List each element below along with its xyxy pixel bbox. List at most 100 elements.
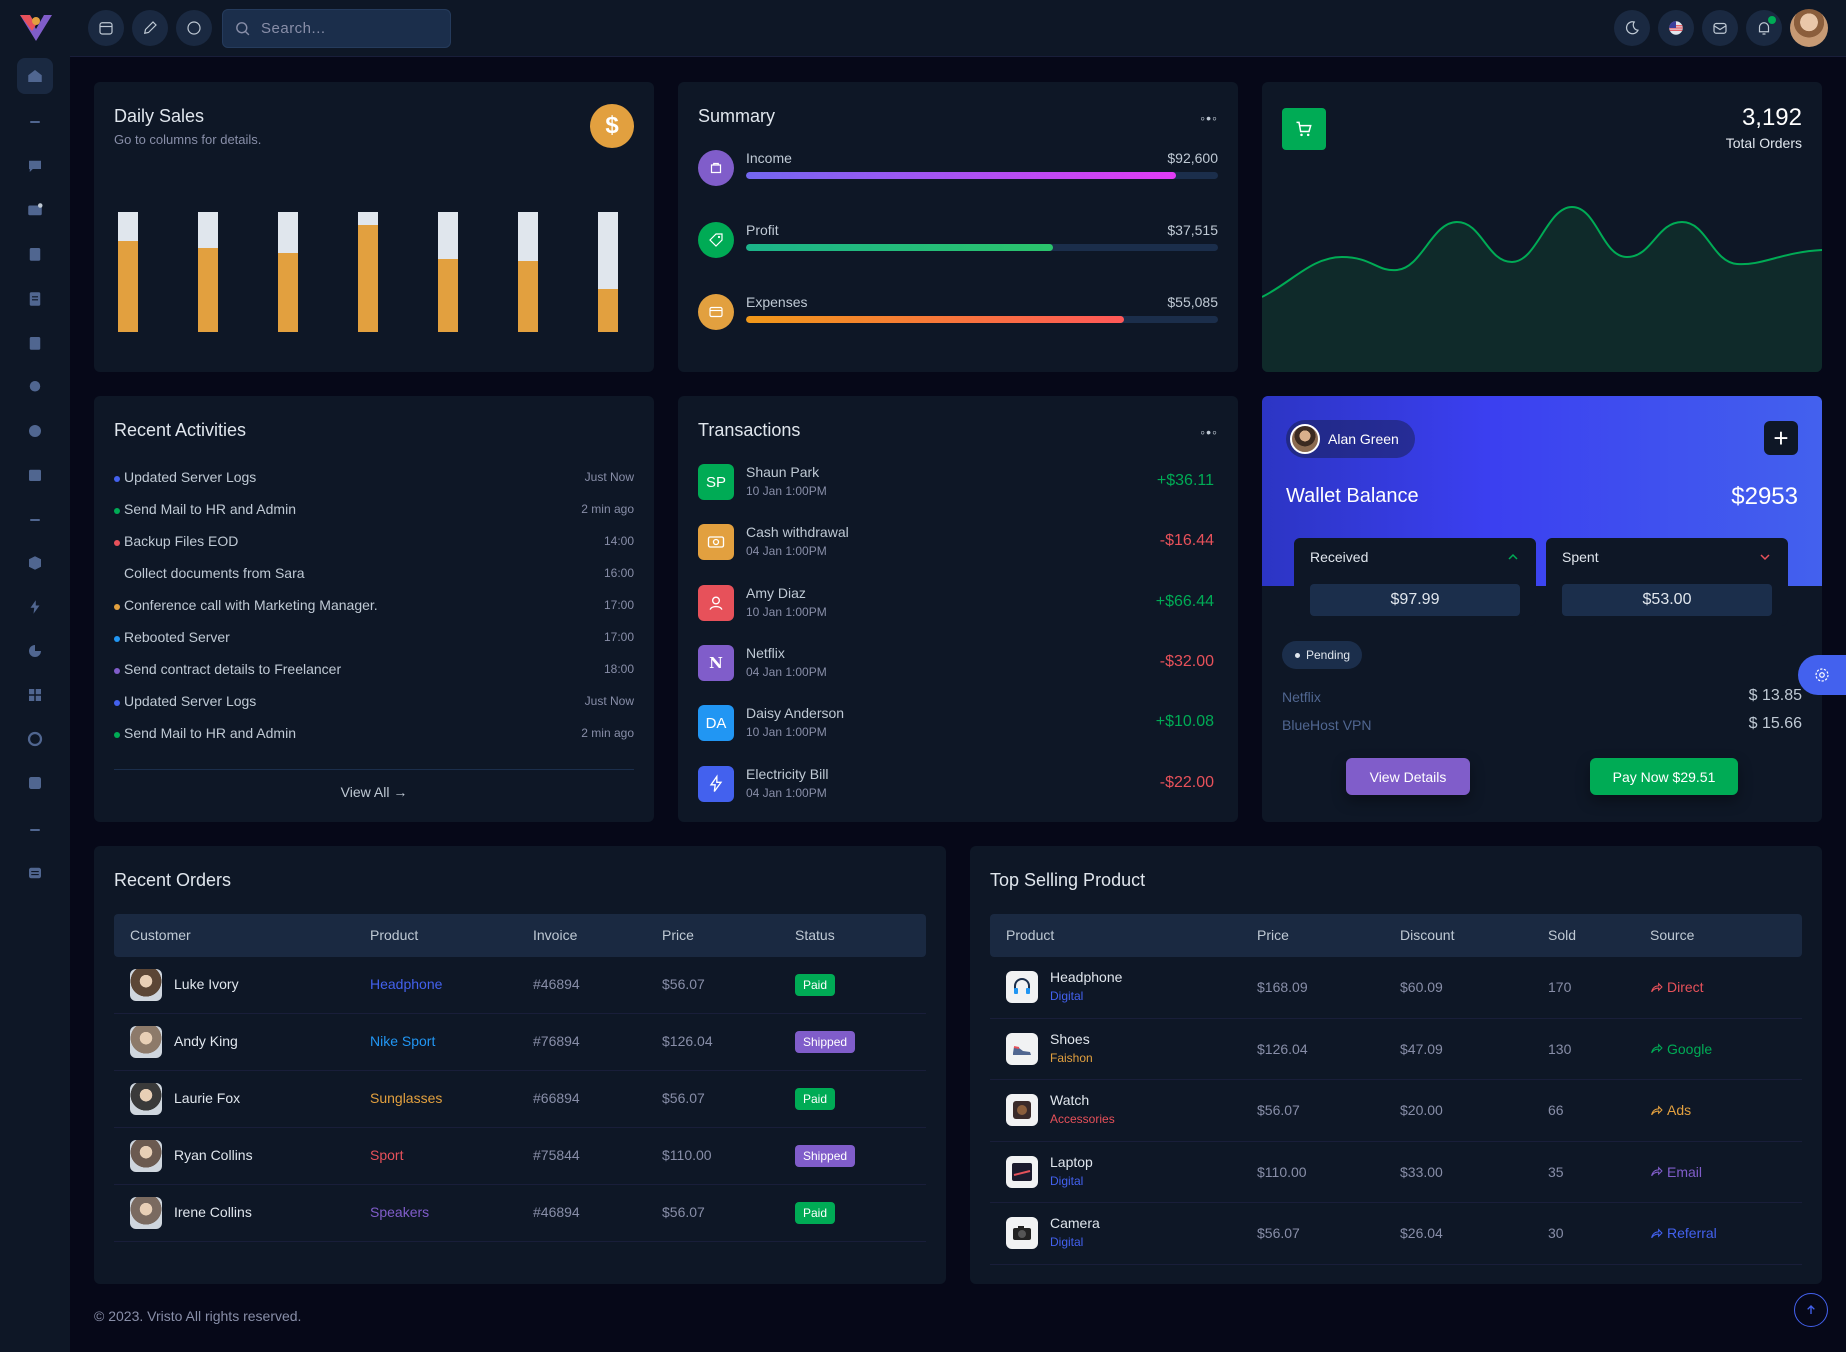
pay-now-button[interactable]: Pay Now $29.51: [1590, 758, 1738, 795]
bar-segment-sales: [598, 288, 618, 332]
more-options-icon[interactable]: ◦•◦: [1200, 424, 1218, 440]
table-row: Laurie Fox Sunglasses #66894 $56.07 Paid: [114, 1071, 926, 1128]
sidebar-item-mailbox[interactable]: [17, 192, 53, 228]
received-box[interactable]: Received $97.99: [1294, 538, 1536, 626]
price: $110.00: [1257, 1163, 1307, 1180]
calendar-icon: [29, 469, 41, 481]
wallet-item-value: $ 15.66: [1748, 715, 1802, 732]
product-link[interactable]: Headphone: [370, 976, 442, 992]
bar-segment-last-week: [278, 212, 298, 253]
arrow-up-icon: [1807, 1305, 1815, 1314]
product-link[interactable]: Sunglasses: [370, 1090, 442, 1106]
activity-item: Send Mail to HR and Admin 2 min ago: [114, 501, 634, 521]
source-link[interactable]: Email: [1650, 1164, 1702, 1180]
sidebar-item-notes[interactable]: [17, 281, 53, 317]
sidebar-item-components[interactable]: [17, 545, 53, 581]
bar-segment-sales: [198, 248, 218, 332]
column-header: Status: [795, 927, 835, 943]
calendar-button[interactable]: [88, 10, 124, 46]
view-all-link[interactable]: View All →: [114, 769, 634, 800]
wallet-item: Netflix $ 13.85: [1282, 687, 1802, 705]
product-link[interactable]: Speakers: [370, 1204, 429, 1220]
sidebar-item-elements[interactable]: [17, 589, 53, 625]
product-category: Digital: [1050, 989, 1084, 1003]
edit-button[interactable]: [132, 10, 168, 46]
transaction-row[interactable]: N Netflix 04 Jan 1:00PM -$32.00: [698, 644, 1218, 685]
search-input[interactable]: [261, 20, 450, 37]
sidebar-item-todo[interactable]: [17, 236, 53, 272]
language-button[interactable]: [1658, 10, 1694, 46]
watch-icon: [1006, 1094, 1038, 1127]
sidebar-item-calendar[interactable]: [17, 457, 53, 493]
spent-box[interactable]: Spent $53.00: [1546, 538, 1788, 626]
customer-avatar: [130, 1140, 162, 1172]
transaction-amount: +$36.11: [1156, 472, 1214, 489]
sidebar-item-invoice[interactable]: [17, 413, 53, 449]
transaction-name: Shaun Park: [746, 464, 820, 480]
activity-dot: [114, 508, 120, 514]
bar-segment-sales: [118, 240, 138, 332]
theme-toggle-button[interactable]: [1614, 10, 1650, 46]
activity-item: Updated Server Logs Just Now: [114, 693, 634, 713]
sidebar-item-contacts[interactable]: [17, 369, 53, 405]
daily-sales-title: Daily Sales: [114, 106, 205, 126]
notifications-button[interactable]: [1746, 10, 1782, 46]
logo-icon[interactable]: [18, 11, 54, 43]
more-options-icon[interactable]: ◦•◦: [1200, 110, 1218, 126]
search-box[interactable]: [222, 9, 451, 48]
sidebar-item-tables[interactable]: [17, 855, 53, 891]
transaction-date: 04 Jan 1:00PM: [746, 544, 827, 559]
sidebar-item-dashboard[interactable]: [17, 58, 53, 94]
customer-avatar: [130, 1026, 162, 1058]
source-link[interactable]: Ads: [1650, 1102, 1691, 1118]
sold-count: 35: [1548, 1163, 1564, 1180]
transaction-row[interactable]: Electricity Bill 04 Jan 1:00PM -$22.00: [698, 765, 1218, 806]
user-avatar[interactable]: [1790, 9, 1828, 47]
add-button[interactable]: +: [1764, 421, 1798, 455]
transaction-row[interactable]: Cash withdrawal 04 Jan 1:00PM -$16.44: [698, 524, 1218, 564]
scroll-top-button[interactable]: [1794, 1293, 1828, 1327]
total-orders-value: 3,192: [1741, 104, 1802, 131]
transaction-row[interactable]: Amy Diaz 10 Jan 1:00PM +$66.44: [698, 584, 1218, 625]
product-link[interactable]: Nike Sport: [370, 1033, 435, 1049]
gear-icon: [1815, 668, 1829, 682]
home-icon: [28, 70, 42, 82]
widgets-icon: [29, 689, 41, 701]
card-icon: [698, 294, 734, 330]
chat-icon: [187, 21, 201, 35]
source-link[interactable]: Direct: [1650, 979, 1704, 995]
transaction-row[interactable]: DA Daisy Anderson 10 Jan 1:00PM +$10.08: [698, 705, 1218, 745]
at-icon: [27, 731, 43, 747]
calendar-icon: [99, 22, 113, 35]
transaction-row[interactable]: SP Shaun Park 10 Jan 1:00PM +$36.11: [698, 464, 1218, 504]
bar-segment-sales: [278, 252, 298, 332]
wallet-item: BlueHost VPN $ 15.66: [1282, 715, 1802, 733]
sidebar-item-widgets[interactable]: [17, 677, 53, 713]
bar-segment-sales: [438, 258, 458, 332]
activity-time: 18:00: [603, 662, 634, 676]
customer-name: Irene Collins: [174, 1204, 252, 1220]
transactions-title: Transactions: [698, 420, 801, 440]
wallet-balance-value: $2953: [1731, 483, 1798, 510]
wallet-user[interactable]: Alan Green: [1286, 420, 1415, 458]
daily-sales-chart: [114, 210, 634, 332]
bar-segment-last-week: [438, 212, 458, 259]
user-avatar: [1290, 424, 1320, 454]
source-link[interactable]: Google: [1650, 1041, 1712, 1057]
price: $56.07: [1257, 1102, 1300, 1119]
messages-button[interactable]: [1702, 10, 1738, 46]
chat-button[interactable]: [176, 10, 212, 46]
transaction-amount: -$22.00: [1159, 773, 1214, 791]
wallet-panel: Alan Green + Wallet Balance $2953 Receiv…: [1262, 396, 1822, 822]
settings-button[interactable]: [1798, 655, 1846, 695]
sidebar-item-drag-drop[interactable]: [17, 765, 53, 801]
sidebar-item-charts[interactable]: [17, 633, 53, 669]
view-details-button[interactable]: View Details: [1346, 758, 1470, 795]
recent-orders-title: Recent Orders: [114, 870, 232, 890]
sidebar-item-font-icons[interactable]: [17, 721, 53, 757]
sidebar-item-chat[interactable]: [17, 148, 53, 184]
source-link[interactable]: Referral: [1650, 1225, 1717, 1241]
activity-dot: [114, 732, 120, 738]
product-link[interactable]: Sport: [370, 1147, 403, 1163]
sidebar-item-scrumboard[interactable]: [17, 325, 53, 361]
